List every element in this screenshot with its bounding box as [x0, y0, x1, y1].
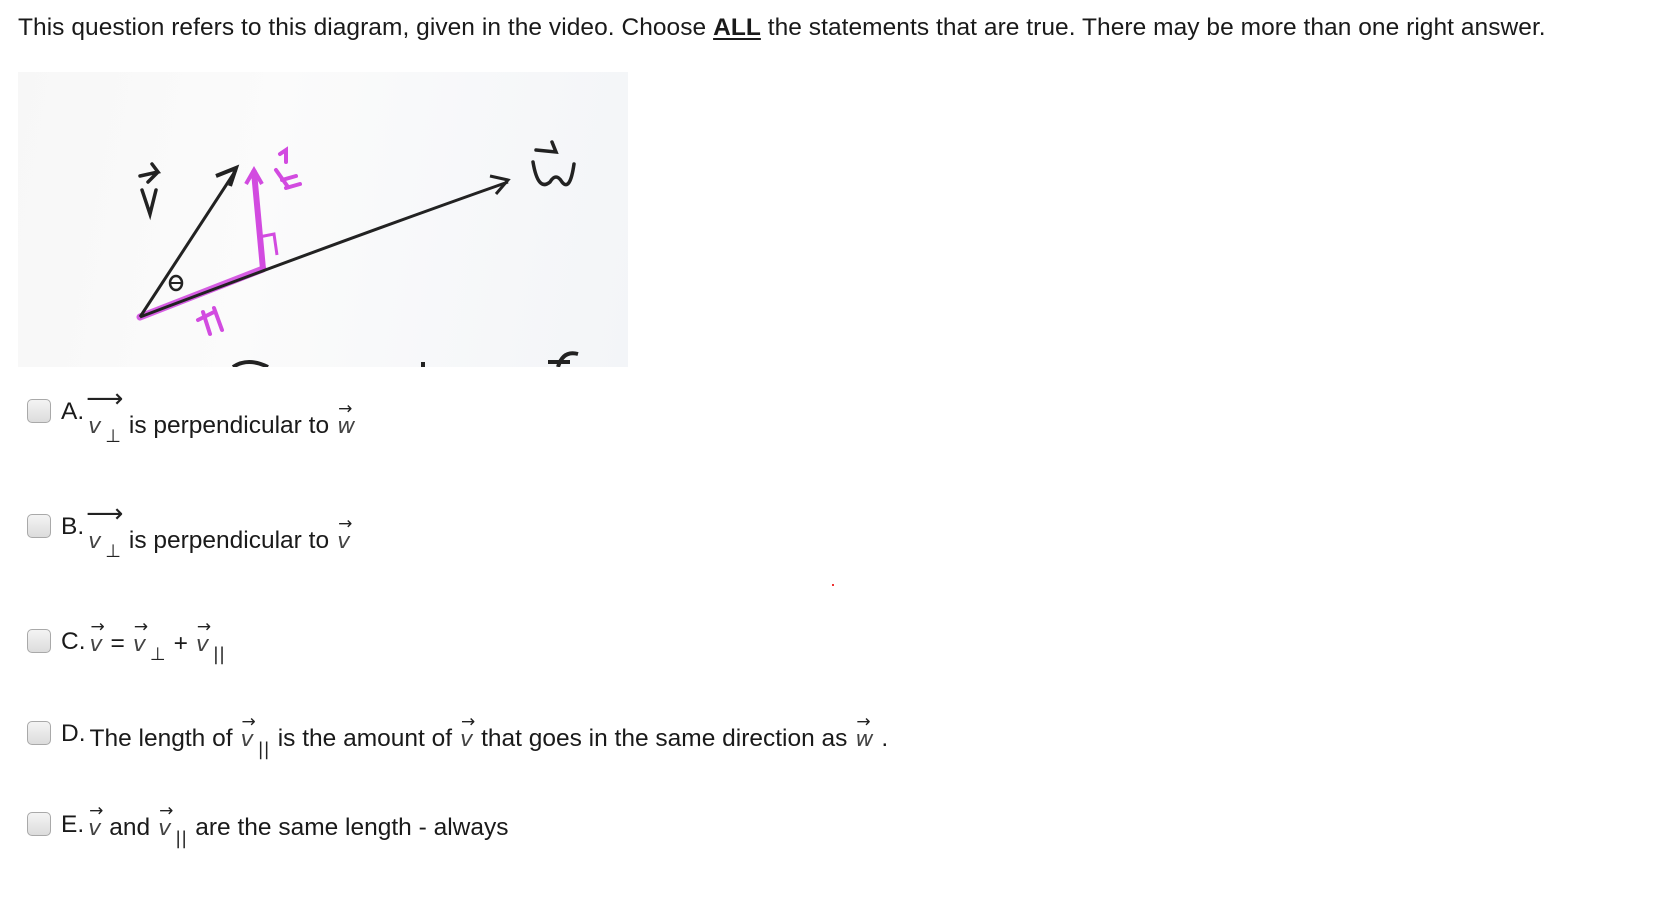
- option-b-text: is perpendicular to: [128, 527, 330, 554]
- w-arrow: [139, 180, 509, 319]
- v-vector-symbol: → v: [460, 712, 476, 752]
- prompt-emphasis: ALL: [713, 14, 761, 41]
- option-c-letter: C.: [61, 628, 86, 655]
- option-b-checkbox[interactable]: [27, 514, 51, 538]
- option-d-text-3: that goes in the same direction as: [481, 725, 848, 752]
- v-perp-symbol: ⟶ v: [86, 499, 123, 554]
- parallel-subscript: ||: [257, 739, 270, 760]
- v-vector-symbol: → v: [132, 617, 149, 657]
- option-a-text: is perpendicular to: [128, 412, 330, 439]
- option-e-text-2: are the same length - always: [195, 814, 509, 841]
- v-vector-symbol: → v: [88, 801, 104, 841]
- parallel-subscript: ||: [212, 644, 226, 665]
- v-perp-label: [274, 146, 302, 190]
- prompt-text: This question refers to this diagram, gi…: [18, 14, 714, 41]
- perp-subscript: ⊥: [105, 426, 121, 447]
- option-e-checkbox[interactable]: [27, 812, 51, 836]
- vector-diagram: [18, 72, 628, 367]
- option-d-letter: D.: [61, 720, 86, 747]
- option-d-checkbox[interactable]: [27, 721, 51, 745]
- option-a-letter: A.: [61, 398, 85, 425]
- v-vector-symbol: → v: [337, 514, 353, 554]
- equals-sign: =: [110, 630, 125, 657]
- v-parallel-label: [196, 306, 224, 336]
- option-d[interactable]: D. The length of → v || is the amount of …: [27, 712, 888, 760]
- option-a-checkbox[interactable]: [27, 399, 51, 423]
- plus-sign: +: [173, 630, 188, 657]
- parallel-subscript: ||: [175, 828, 188, 849]
- perp-subscript: ⊥: [105, 541, 121, 562]
- option-b[interactable]: B. ⟶ v ⊥ is perpendicular to → v: [27, 499, 352, 562]
- option-c[interactable]: C. → v = → v ⊥ + → v ||: [27, 617, 225, 665]
- v-vector-symbol: → v: [195, 617, 212, 657]
- option-e-text-1: and: [109, 814, 151, 841]
- option-a[interactable]: A. ⟶ v ⊥ is perpendicular to → w: [27, 384, 355, 447]
- w-vector-symbol: → w: [855, 712, 874, 752]
- v-vector-symbol: → v: [240, 712, 256, 752]
- option-d-text-2: is the amount of: [277, 725, 453, 752]
- option-e[interactable]: E. → v and → v || are the same length - al…: [27, 801, 509, 849]
- v-label: [138, 162, 162, 221]
- v-vector-symbol: → v: [89, 617, 105, 657]
- v-vector-symbol: → v: [158, 801, 174, 841]
- stray-red-dot: [832, 584, 834, 586]
- option-d-period: .: [881, 725, 889, 752]
- option-c-checkbox[interactable]: [27, 629, 51, 653]
- v-perp-arrow: [251, 169, 266, 272]
- question-prompt: This question refers to this diagram, gi…: [18, 14, 1546, 42]
- cutoff-text: [231, 351, 579, 367]
- w-label: [531, 140, 576, 187]
- prompt-text-end: the statements that are true. There may …: [760, 14, 1546, 41]
- v-perp-symbol: ⟶ v: [86, 384, 123, 439]
- diagram-svg: [136, 140, 579, 367]
- w-vector-symbol: → w: [337, 399, 356, 439]
- option-b-letter: B.: [61, 513, 85, 540]
- perp-subscript: ⊥: [149, 644, 166, 665]
- option-e-letter: E.: [61, 811, 85, 838]
- option-d-text-1: The length of: [89, 725, 233, 752]
